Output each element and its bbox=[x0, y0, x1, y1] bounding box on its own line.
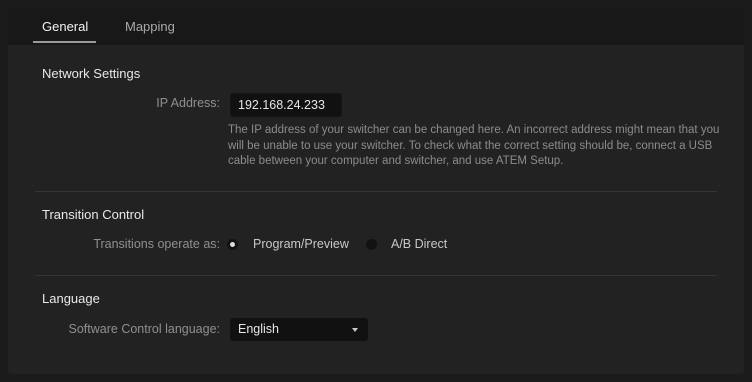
ip-address-help-text: The IP address of your switcher can be c… bbox=[228, 124, 720, 167]
radio-label-ab-direct[interactable]: A/B Direct bbox=[391, 237, 447, 251]
section-divider bbox=[35, 191, 717, 192]
transition-control-title: Transition Control bbox=[42, 207, 145, 222]
software-language-label: Software Control language: bbox=[68, 322, 220, 336]
language-title: Language bbox=[42, 291, 100, 306]
section-divider bbox=[35, 275, 717, 276]
preferences-panel: General Mapping Network Settings IP Addr… bbox=[8, 8, 744, 374]
language-dropdown-value: English bbox=[238, 322, 279, 336]
ip-address-label: IP Address: bbox=[156, 96, 220, 110]
tab-mapping[interactable]: Mapping bbox=[125, 19, 175, 34]
radio-selected-dot bbox=[230, 242, 235, 247]
network-settings-title: Network Settings bbox=[42, 66, 141, 81]
chevron-down-icon bbox=[352, 328, 358, 332]
radio-ab-direct[interactable] bbox=[366, 239, 377, 250]
language-dropdown[interactable]: English bbox=[230, 318, 368, 341]
radio-label-program-preview[interactable]: Program/Preview bbox=[253, 237, 349, 251]
ip-address-input[interactable]: 192.168.24.233 bbox=[230, 93, 342, 117]
tab-bar: General Mapping bbox=[8, 8, 744, 45]
ip-address-value: 192.168.24.233 bbox=[238, 98, 325, 112]
tab-general[interactable]: General bbox=[42, 19, 88, 34]
radio-program-preview[interactable] bbox=[227, 239, 238, 250]
transitions-operate-label: Transitions operate as: bbox=[93, 237, 220, 251]
active-tab-indicator bbox=[33, 41, 96, 43]
